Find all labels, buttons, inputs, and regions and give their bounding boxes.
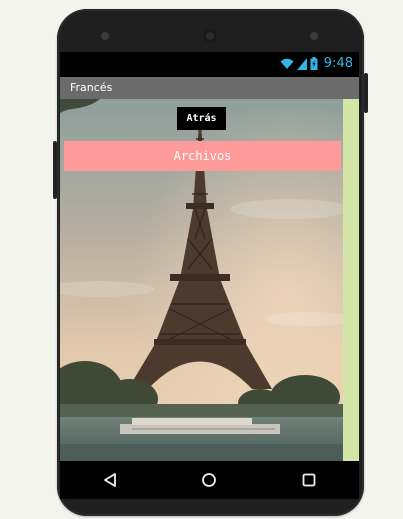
battery-charging-icon bbox=[310, 57, 318, 70]
nav-back-button[interactable] bbox=[90, 465, 130, 495]
recents-square-icon bbox=[302, 473, 316, 487]
nav-recents-button[interactable] bbox=[289, 465, 329, 495]
files-banner[interactable]: Archivos bbox=[64, 141, 341, 171]
navigation-bar bbox=[60, 461, 359, 499]
app-title-bar: Francés bbox=[60, 77, 359, 99]
nav-home-button[interactable] bbox=[189, 465, 229, 495]
front-camera bbox=[203, 29, 217, 43]
device-screen: 9:48 Francés Atrás Archivos bbox=[60, 52, 359, 499]
power-button bbox=[364, 73, 368, 113]
side-panel bbox=[343, 99, 359, 461]
app-title: Francés bbox=[70, 81, 113, 94]
status-bar: 9:48 bbox=[60, 52, 359, 77]
signal-icon bbox=[296, 57, 307, 70]
screen-content: Atrás Archivos bbox=[60, 99, 359, 461]
front-sensor bbox=[101, 32, 109, 40]
wifi-icon bbox=[280, 58, 294, 69]
front-sensor bbox=[310, 32, 318, 40]
status-icons: 9:48 bbox=[280, 56, 353, 71]
status-time: 9:48 bbox=[323, 56, 353, 71]
back-button[interactable]: Atrás bbox=[177, 107, 226, 130]
back-triangle-icon bbox=[103, 473, 116, 487]
home-circle-icon bbox=[202, 473, 217, 487]
volume-button bbox=[53, 141, 57, 199]
